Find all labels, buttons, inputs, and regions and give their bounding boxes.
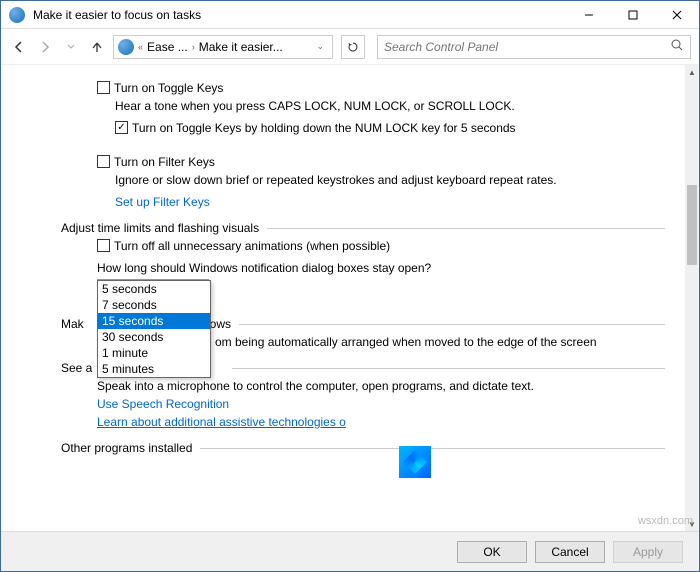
toggle-keys-description: Hear a tone when you press CAPS LOCK, NU… — [115, 99, 665, 113]
ok-button[interactable]: OK — [457, 541, 527, 563]
scroll-thumb[interactable] — [687, 185, 697, 265]
windows-logo-icon — [399, 446, 431, 478]
toggle-keys-numlock-label: Turn on Toggle Keys by holding down the … — [132, 121, 516, 135]
cancel-button[interactable]: Cancel — [535, 541, 605, 563]
notification-duration-dropdown[interactable]: 5 seconds 7 seconds 15 seconds 30 second… — [97, 280, 211, 378]
dropdown-option[interactable]: 15 seconds — [98, 313, 210, 329]
apply-button[interactable]: Apply — [613, 541, 683, 563]
recent-button[interactable] — [61, 37, 81, 57]
time-limits-header: Adjust time limits and flashing visuals — [61, 221, 665, 235]
assistive-tech-link[interactable]: Learn about additional assistive technol… — [97, 415, 346, 429]
breadcrumb-segment[interactable]: Make it easier... — [199, 40, 283, 54]
toggle-keys-label: Turn on Toggle Keys — [114, 81, 223, 95]
breadcrumb[interactable]: « Ease ... › Make it easier... ⌄ — [113, 35, 333, 59]
search-box[interactable] — [377, 35, 691, 59]
breadcrumb-dropdown-icon[interactable]: ⌄ — [312, 41, 328, 52]
filter-keys-checkbox[interactable] — [97, 155, 110, 168]
close-button[interactable] — [655, 1, 699, 29]
footer: OK Cancel Apply — [1, 531, 699, 571]
breadcrumb-prefix-icon: « — [136, 42, 145, 52]
prevent-arrange-text: om being automatically arranged when mov… — [215, 335, 597, 349]
forward-button[interactable] — [35, 37, 55, 57]
notification-duration-label: How long should Windows notification dia… — [97, 261, 431, 275]
control-panel-icon — [118, 39, 134, 55]
dropdown-option[interactable]: 7 seconds — [98, 297, 210, 313]
up-button[interactable] — [87, 37, 107, 57]
nav-bar: « Ease ... › Make it easier... ⌄ — [1, 29, 699, 65]
search-input[interactable] — [384, 40, 670, 54]
dropdown-option[interactable]: 1 minute — [98, 345, 210, 361]
dropdown-option[interactable]: 30 seconds — [98, 329, 210, 345]
chevron-right-icon: › — [190, 42, 197, 52]
dropdown-option[interactable]: 5 minutes — [98, 361, 210, 377]
filter-keys-label: Turn on Filter Keys — [114, 155, 215, 169]
speak-description: Speak into a microphone to control the c… — [97, 379, 534, 393]
toggle-keys-checkbox[interactable] — [97, 81, 110, 94]
vertical-scrollbar[interactable]: ▲ ▼ — [685, 65, 699, 531]
title-bar: Make it easier to focus on tasks — [1, 1, 699, 29]
turn-off-animations-label: Turn off all unnecessary animations (whe… — [114, 239, 390, 253]
filter-keys-description: Ignore or slow down brief or repeated ke… — [115, 173, 665, 187]
turn-off-animations-checkbox[interactable] — [97, 239, 110, 252]
minimize-button[interactable] — [567, 1, 611, 29]
toggle-keys-numlock-checkbox[interactable]: ✓ — [115, 121, 128, 134]
speech-recognition-link[interactable]: Use Speech Recognition — [97, 397, 229, 411]
setup-filter-keys-link[interactable]: Set up Filter Keys — [115, 195, 210, 209]
refresh-button[interactable] — [341, 35, 365, 59]
watermark: wsxdn.com — [638, 515, 693, 527]
window-title: Make it easier to focus on tasks — [33, 8, 201, 22]
search-icon[interactable] — [670, 38, 684, 55]
back-button[interactable] — [9, 37, 29, 57]
scroll-up-button[interactable]: ▲ — [685, 65, 699, 79]
other-programs-header: Other programs installed — [61, 441, 665, 455]
maximize-button[interactable] — [611, 1, 655, 29]
app-icon — [9, 7, 25, 23]
breadcrumb-segment[interactable]: Ease ... — [147, 40, 188, 54]
dropdown-option[interactable]: 5 seconds — [98, 281, 210, 297]
